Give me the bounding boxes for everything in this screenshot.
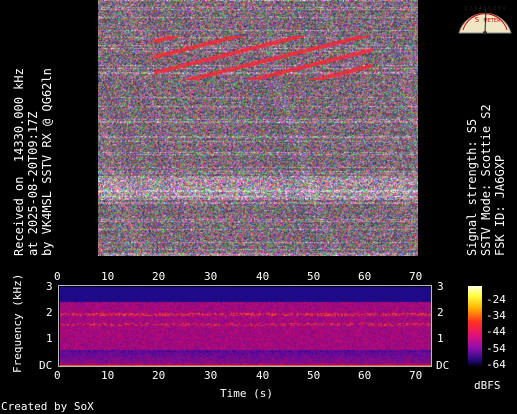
colorbar-tick-2: -34: [486, 309, 506, 322]
colorbar-tick-3: -44: [486, 325, 506, 338]
y-tick-right-3: 3: [437, 280, 444, 293]
spectrogram-plot: [58, 285, 432, 367]
sstv-mode-caption: SSTV Mode: Scottie S2: [479, 104, 493, 256]
y-tick-left-3: 3: [46, 280, 53, 293]
reception-caption-line3: by VK4MSL SSTV RX @ QG62ln: [40, 68, 54, 256]
x-tick-bottom-70: 70: [409, 369, 423, 382]
meter-letter: S: [475, 16, 480, 24]
fsk-id-caption: FSK ID: JA6GXP: [493, 154, 507, 256]
y-tick-right-dc: DC: [436, 359, 450, 372]
x-tick-bottom-10: 10: [101, 369, 115, 382]
signal-strength-caption: Signal strength: S5: [465, 118, 479, 256]
x-tick-bottom-50: 50: [307, 369, 321, 382]
x-tick-top-30: 30: [204, 270, 218, 283]
meter-unit: METER: [483, 18, 501, 24]
spectrogram-canvas: [60, 287, 431, 366]
colorbar-tick-4: -54: [486, 342, 506, 355]
x-axis-label: Time (s): [220, 387, 273, 400]
x-tick-bottom-30: 30: [204, 369, 218, 382]
y-tick-left-2: 2: [46, 306, 53, 319]
x-tick-top-60: 60: [358, 270, 372, 283]
y-tick-left-1: 1: [46, 332, 53, 345]
colorbar-label: dBFS: [474, 379, 501, 392]
meter-scale: 1 2 3 4 5 6 7 8 9: [464, 6, 505, 12]
x-tick-top-10: 10: [101, 270, 115, 283]
x-tick-top-40: 40: [256, 270, 270, 283]
x-tick-bottom-0: 0: [54, 369, 61, 382]
x-tick-top-20: 20: [152, 270, 166, 283]
reception-caption-line1: Received on 14330.000 kHz: [12, 68, 26, 256]
s-meter-icon: 1 2 3 4 5 6 7 8 9 S METER: [458, 6, 512, 34]
colorbar-tick-1: -24: [486, 293, 506, 306]
reception-caption-line2: at 2025-08-20T09:17Z: [26, 111, 40, 257]
colorbar-tick-5: -64: [486, 358, 506, 371]
y-tick-right-2: 2: [437, 306, 444, 319]
y-axis-label: Frequency (kHz): [11, 273, 24, 373]
x-tick-bottom-20: 20: [152, 369, 166, 382]
x-tick-bottom-60: 60: [358, 369, 372, 382]
x-tick-top-70: 70: [409, 270, 423, 283]
colorbar: [468, 286, 482, 366]
x-tick-top-0: 0: [54, 270, 61, 283]
footer-credit: Created by SoX: [1, 400, 94, 413]
x-tick-bottom-40: 40: [256, 369, 270, 382]
sstv-received-image: [98, 0, 418, 256]
y-tick-left-dc: DC: [39, 359, 53, 372]
y-tick-right-1: 1: [437, 332, 444, 345]
x-tick-top-50: 50: [307, 270, 321, 283]
